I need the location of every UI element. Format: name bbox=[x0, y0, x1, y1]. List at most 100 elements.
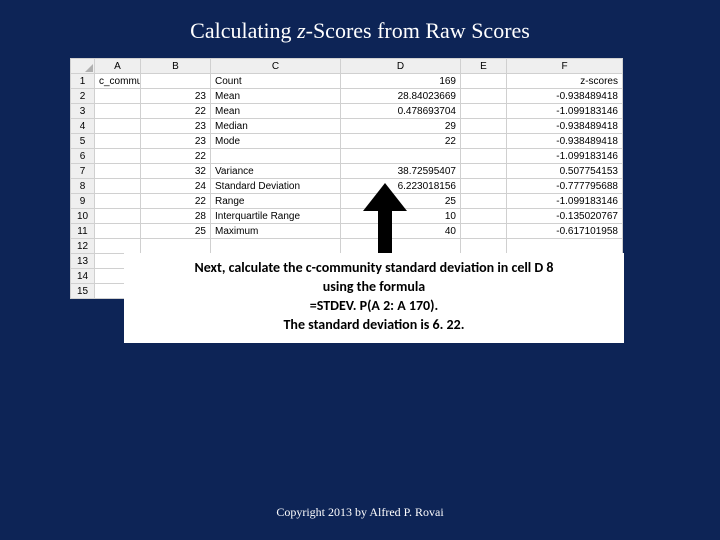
cell[interactable] bbox=[461, 164, 507, 179]
cell[interactable]: -1.099183146 bbox=[507, 104, 623, 119]
caption-line: using the formula bbox=[134, 278, 614, 297]
cell[interactable]: 23 bbox=[141, 119, 211, 134]
cell[interactable]: Variance bbox=[211, 164, 341, 179]
cell[interactable] bbox=[461, 104, 507, 119]
cell[interactable] bbox=[461, 74, 507, 89]
up-arrow-stem bbox=[378, 210, 392, 256]
row-header[interactable]: 9 bbox=[71, 194, 95, 209]
cell[interactable] bbox=[461, 134, 507, 149]
table-row: 6 22 -1.099183146 bbox=[71, 149, 623, 164]
cell[interactable] bbox=[95, 149, 141, 164]
cell[interactable]: 169 bbox=[341, 74, 461, 89]
row-header[interactable]: 6 bbox=[71, 149, 95, 164]
cell[interactable] bbox=[95, 134, 141, 149]
title-post: -Scores from Raw Scores bbox=[306, 18, 530, 43]
cell[interactable]: 22 bbox=[141, 149, 211, 164]
cell[interactable]: 32 bbox=[141, 164, 211, 179]
cell[interactable]: Median bbox=[211, 119, 341, 134]
cell[interactable]: -0.135020767 bbox=[507, 209, 623, 224]
select-all-corner[interactable] bbox=[71, 59, 95, 74]
cell[interactable] bbox=[461, 149, 507, 164]
row-header[interactable]: 8 bbox=[71, 179, 95, 194]
cell[interactable]: Standard Deviation bbox=[211, 179, 341, 194]
cell[interactable]: Mean bbox=[211, 104, 341, 119]
cell[interactable] bbox=[461, 239, 507, 254]
cell[interactable]: 23 bbox=[141, 89, 211, 104]
cell[interactable] bbox=[461, 119, 507, 134]
cell[interactable]: -1.099183146 bbox=[507, 149, 623, 164]
row-header[interactable]: 4 bbox=[71, 119, 95, 134]
cell[interactable]: -1.099183146 bbox=[507, 194, 623, 209]
cell[interactable]: 28 bbox=[141, 209, 211, 224]
row-header[interactable]: 15 bbox=[71, 284, 95, 299]
cell[interactable]: 29 bbox=[341, 119, 461, 134]
cell[interactable] bbox=[141, 239, 211, 254]
cell[interactable]: 23 bbox=[141, 134, 211, 149]
cell[interactable] bbox=[461, 179, 507, 194]
cell[interactable]: 40 bbox=[341, 224, 461, 239]
cell[interactable] bbox=[95, 104, 141, 119]
col-header[interactable]: B bbox=[141, 59, 211, 74]
cell[interactable] bbox=[95, 194, 141, 209]
row-header[interactable]: 10 bbox=[71, 209, 95, 224]
cell[interactable]: 24 bbox=[141, 179, 211, 194]
cell[interactable]: c_community bbox=[95, 74, 141, 89]
cell[interactable]: 22 bbox=[141, 194, 211, 209]
row-header[interactable]: 1 bbox=[71, 74, 95, 89]
cell[interactable]: Count bbox=[211, 74, 341, 89]
cell[interactable] bbox=[95, 239, 141, 254]
row-header[interactable]: 5 bbox=[71, 134, 95, 149]
cell[interactable] bbox=[95, 179, 141, 194]
cell[interactable]: -0.938489418 bbox=[507, 134, 623, 149]
cell[interactable]: 38.72595407 bbox=[341, 164, 461, 179]
cell[interactable] bbox=[211, 149, 341, 164]
cell[interactable]: Interquartile Range bbox=[211, 209, 341, 224]
cell[interactable] bbox=[461, 224, 507, 239]
cell[interactable] bbox=[507, 239, 623, 254]
cell[interactable] bbox=[95, 89, 141, 104]
cell[interactable] bbox=[461, 194, 507, 209]
cell[interactable]: z-scores bbox=[507, 74, 623, 89]
cell[interactable]: -0.938489418 bbox=[507, 119, 623, 134]
row-header[interactable]: 12 bbox=[71, 239, 95, 254]
cell[interactable]: -0.777795688 bbox=[507, 179, 623, 194]
cell[interactable] bbox=[95, 119, 141, 134]
cell[interactable]: 25 bbox=[141, 224, 211, 239]
cell[interactable]: 28.84023669 bbox=[341, 89, 461, 104]
row-header[interactable]: 7 bbox=[71, 164, 95, 179]
cell[interactable] bbox=[95, 224, 141, 239]
cell[interactable]: Mode bbox=[211, 134, 341, 149]
cell[interactable]: 0.507754153 bbox=[507, 164, 623, 179]
cell[interactable]: Range bbox=[211, 194, 341, 209]
row-header[interactable]: 2 bbox=[71, 89, 95, 104]
cell[interactable] bbox=[95, 164, 141, 179]
cell[interactable] bbox=[95, 209, 141, 224]
slide-title: Calculating z-Scores from Raw Scores bbox=[0, 0, 720, 44]
col-header[interactable]: D bbox=[341, 59, 461, 74]
cell[interactable]: -0.617101958 bbox=[507, 224, 623, 239]
cell[interactable]: Mean bbox=[211, 89, 341, 104]
cell[interactable] bbox=[461, 209, 507, 224]
cell[interactable]: Maximum bbox=[211, 224, 341, 239]
cell[interactable]: 22 bbox=[141, 104, 211, 119]
cell[interactable] bbox=[341, 239, 461, 254]
row-header[interactable]: 11 bbox=[71, 224, 95, 239]
cell[interactable] bbox=[141, 74, 211, 89]
col-header[interactable]: E bbox=[461, 59, 507, 74]
caption-line: The standard deviation is 6. 22. bbox=[134, 316, 614, 335]
cell[interactable] bbox=[211, 239, 341, 254]
row-header[interactable]: 14 bbox=[71, 269, 95, 284]
row-header[interactable]: 13 bbox=[71, 254, 95, 269]
caption-line: Next, calculate the c-community standard… bbox=[134, 259, 614, 278]
cell[interactable]: 22 bbox=[341, 134, 461, 149]
up-arrow-icon bbox=[363, 183, 407, 211]
table-row: 11 25Maximum40 -0.617101958 bbox=[71, 224, 623, 239]
cell[interactable] bbox=[461, 89, 507, 104]
col-header[interactable]: F bbox=[507, 59, 623, 74]
col-header[interactable]: A bbox=[95, 59, 141, 74]
cell[interactable] bbox=[341, 149, 461, 164]
cell[interactable]: -0.938489418 bbox=[507, 89, 623, 104]
col-header[interactable]: C bbox=[211, 59, 341, 74]
row-header[interactable]: 3 bbox=[71, 104, 95, 119]
cell[interactable]: 0.478693704 bbox=[341, 104, 461, 119]
